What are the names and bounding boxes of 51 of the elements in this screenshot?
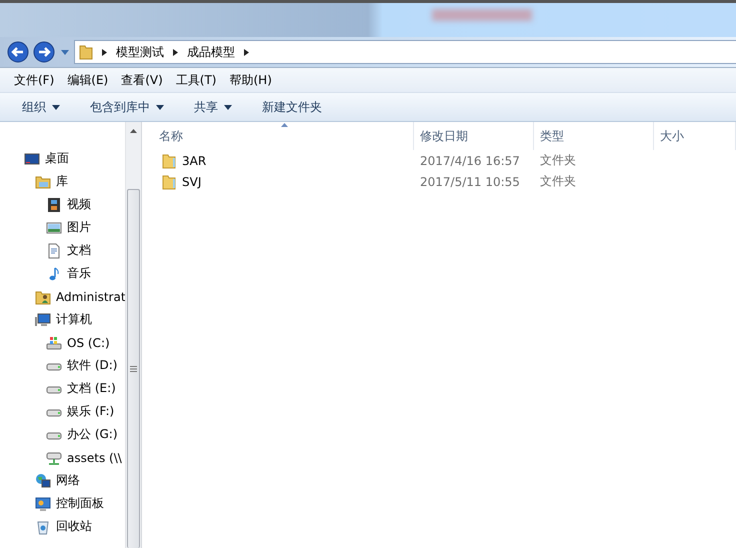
toolbar-button[interactable]: 共享: [186, 94, 240, 120]
column-header[interactable]: 修改日期: [414, 122, 534, 150]
tree-item[interactable]: 文档: [67, 242, 91, 259]
modified-date: 2017/5/11 10:55: [420, 174, 520, 188]
chevron-icon[interactable]: [244, 48, 249, 56]
menu-item[interactable]: 编辑(E): [67, 72, 108, 88]
tree-item[interactable]: 库: [56, 173, 68, 190]
forward-button[interactable]: [32, 40, 56, 64]
column-header[interactable]: 类型: [534, 122, 654, 150]
tree-item[interactable]: 音乐: [67, 265, 91, 282]
tree-item[interactable]: 桌面: [45, 150, 69, 167]
folder-icon: [79, 44, 93, 60]
scrollbar[interactable]: [125, 122, 142, 548]
folder-icon: [162, 152, 176, 168]
sort-arrow-icon: [281, 123, 288, 127]
breadcrumb[interactable]: 模型测试: [116, 44, 164, 60]
folder-icon: [162, 174, 176, 190]
file-type: 文件夹: [540, 152, 576, 169]
tree-item[interactable]: 计算机: [56, 311, 92, 328]
tree-item[interactable]: 娱乐 (F:): [67, 403, 114, 420]
breadcrumb[interactable]: 成品模型: [187, 44, 235, 60]
file-type: 文件夹: [540, 173, 576, 190]
tree-item[interactable]: Administrat: [56, 290, 125, 304]
tree-item[interactable]: 图片: [67, 219, 91, 236]
tree-item[interactable]: 网络: [56, 472, 80, 489]
menu-item[interactable]: 工具(T): [176, 72, 216, 88]
address-bar[interactable]: 模型测试 成品模型: [74, 40, 736, 64]
tree-item[interactable]: 文档 (E:): [67, 380, 116, 397]
chevron-icon[interactable]: [173, 48, 178, 56]
file-name[interactable]: SVJ: [182, 174, 202, 188]
column-header[interactable]: 大小: [654, 122, 736, 150]
file-name[interactable]: 3AR: [182, 154, 206, 168]
tree-item[interactable]: assets (\\: [67, 450, 122, 464]
grip-icon: [130, 366, 137, 372]
tree-item[interactable]: 办公 (G:): [67, 426, 118, 443]
toolbar-button[interactable]: 组织: [14, 94, 68, 120]
modified-date: 2017/4/16 16:57: [420, 154, 520, 168]
menu-item[interactable]: 文件(F): [14, 72, 54, 88]
dropdown-caret-icon[interactable]: [61, 50, 69, 54]
menu-item[interactable]: 帮助(H): [230, 72, 272, 88]
chevron-icon[interactable]: [102, 48, 107, 56]
tree-item[interactable]: OS (C:): [67, 336, 110, 350]
menu-item[interactable]: 查看(V): [121, 72, 163, 88]
tree-item[interactable]: 软件 (D:): [67, 357, 118, 374]
scroll-up-icon[interactable]: [130, 128, 137, 132]
tree-item[interactable]: 回收站: [56, 518, 92, 535]
back-button[interactable]: [6, 40, 30, 64]
tree-item[interactable]: 控制面板: [56, 495, 104, 512]
tree-item[interactable]: 视频: [67, 196, 91, 213]
toolbar-button[interactable]: 包含到库中: [82, 94, 172, 120]
toolbar-button[interactable]: 新建文件夹: [254, 94, 330, 120]
